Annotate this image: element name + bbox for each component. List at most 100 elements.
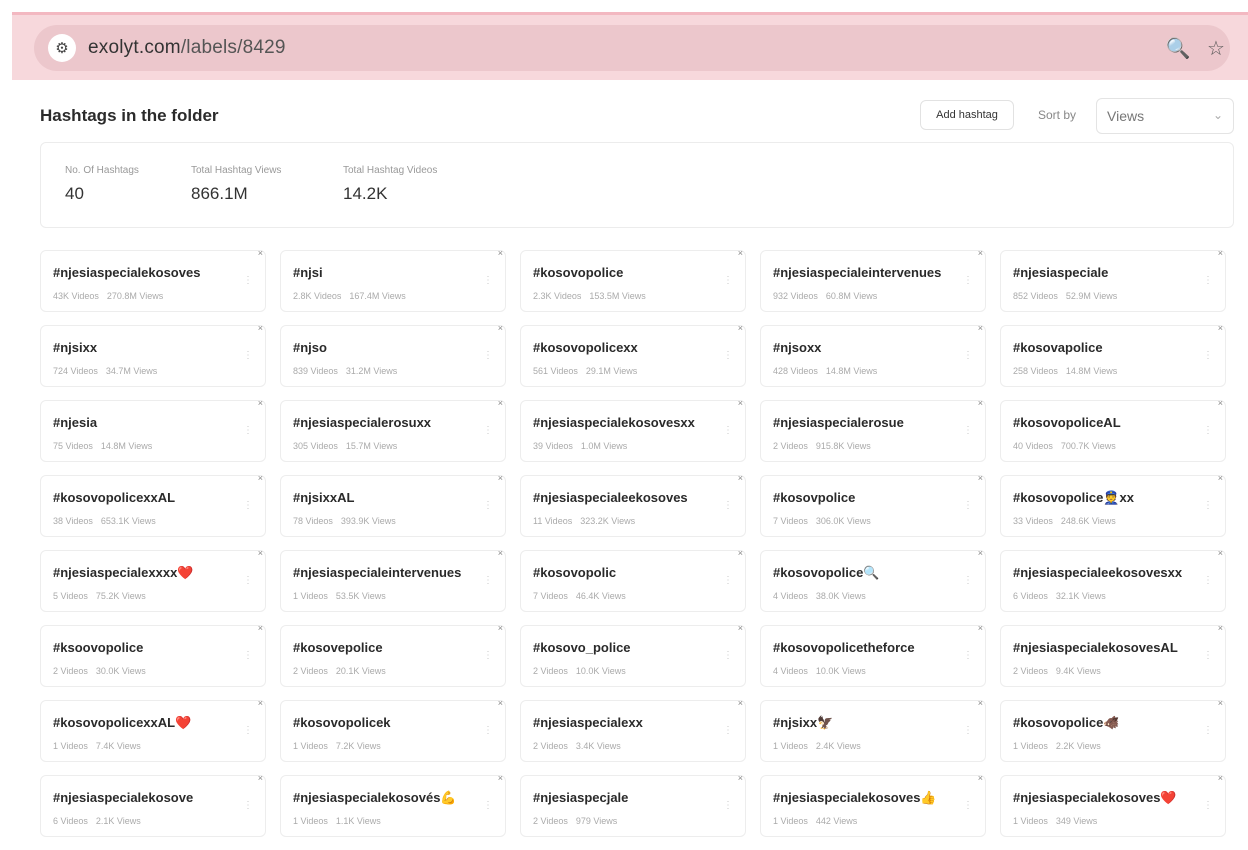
more-icon[interactable]: ⋮ [483, 800, 493, 811]
more-icon[interactable]: ⋮ [243, 350, 253, 361]
hashtag-card[interactable]: #njesiaspecialeintervenues 932 Videos 60.8… [760, 248, 986, 312]
more-icon[interactable]: ⋮ [723, 350, 733, 361]
hashtag-name[interactable]: #njesiaspecialexx [533, 715, 643, 730]
close-icon[interactable]: × [1218, 623, 1223, 633]
hashtag-name[interactable]: #kosovopolice🐗 [1013, 715, 1120, 731]
hashtag-name[interactable]: #njesiaspecialekosoves❤️ [1013, 790, 1177, 806]
hashtag-name[interactable]: #kosovopolice🔍 [773, 565, 880, 581]
more-icon[interactable]: ⋮ [483, 275, 493, 286]
hashtag-name[interactable]: #njesiaspecialekosove [53, 790, 193, 805]
hashtag-name[interactable]: #njesiaspecialekosovesAL [1013, 640, 1178, 655]
close-icon[interactable]: × [1218, 698, 1223, 708]
hashtag-card[interactable]: #kosovopolicetheforce 4 Videos 10.0K Views… [760, 623, 986, 687]
hashtag-name[interactable]: #njesiaspecialeekosoves [533, 490, 688, 505]
more-icon[interactable]: ⋮ [963, 500, 973, 511]
hashtag-card[interactable]: #njesiaspecialekosoves 43K Videos 270.8M V… [40, 248, 266, 312]
hashtag-name[interactable]: #njesiaspecialexxxx❤️ [53, 565, 194, 581]
hashtag-name[interactable]: #njsi [293, 265, 323, 280]
more-icon[interactable]: ⋮ [723, 725, 733, 736]
close-icon[interactable]: × [1218, 248, 1223, 258]
close-icon[interactable]: × [978, 323, 983, 333]
close-icon[interactable]: × [738, 548, 743, 558]
more-icon[interactable]: ⋮ [243, 650, 253, 661]
hashtag-name[interactable]: #njsixx [53, 340, 97, 355]
hashtag-card[interactable]: #kosovopoliceAL 40 Videos 700.7K Views × ⋮ [1000, 398, 1226, 462]
more-icon[interactable]: ⋮ [1203, 350, 1213, 361]
hashtag-name[interactable]: #kosovopolice [533, 265, 623, 280]
add-hashtag-button[interactable]: Add hashtag [920, 100, 1014, 130]
more-icon[interactable]: ⋮ [723, 575, 733, 586]
hashtag-card[interactable]: #kosovopolice👮xx 33 Videos 248.6K Views × ⋮ [1000, 473, 1226, 537]
hashtag-card[interactable]: #kosovopolic 7 Videos 46.4K Views × ⋮ [520, 548, 746, 612]
hashtag-card[interactable]: #ksoovopolice 2 Videos 30.0K Views × ⋮ [40, 623, 266, 687]
hashtag-name[interactable]: #njesiaspecialeintervenues [293, 565, 461, 580]
close-icon[interactable]: × [258, 623, 263, 633]
close-icon[interactable]: × [978, 398, 983, 408]
close-icon[interactable]: × [738, 698, 743, 708]
hashtag-card[interactable]: #kosovo_police 2 Videos 10.0K Views × ⋮ [520, 623, 746, 687]
hashtag-name[interactable]: #njesiaspeciale [1013, 265, 1108, 280]
more-icon[interactable]: ⋮ [1203, 575, 1213, 586]
close-icon[interactable]: × [738, 623, 743, 633]
more-icon[interactable]: ⋮ [963, 425, 973, 436]
hashtag-card[interactable]: #kosovopolice🐗 1 Videos 2.2K Views × ⋮ [1000, 698, 1226, 762]
hashtag-card[interactable]: #njesiaspecialekosove 6 Videos 2.1K Views ×… [40, 773, 266, 837]
hashtag-name[interactable]: #kosovo_police [533, 640, 631, 655]
more-icon[interactable]: ⋮ [963, 575, 973, 586]
hashtag-name[interactable]: #njesiaspecialerosue [773, 415, 904, 430]
close-icon[interactable]: × [258, 548, 263, 558]
close-icon[interactable]: × [738, 473, 743, 483]
close-icon[interactable]: × [978, 698, 983, 708]
more-icon[interactable]: ⋮ [1203, 425, 1213, 436]
close-icon[interactable]: × [498, 623, 503, 633]
close-icon[interactable]: × [978, 548, 983, 558]
more-icon[interactable]: ⋮ [1203, 800, 1213, 811]
hashtag-card[interactable]: #kosovopolice 2.3K Videos 153.5M Views × ⋮ [520, 248, 746, 312]
close-icon[interactable]: × [498, 398, 503, 408]
hashtag-card[interactable]: #kosovepolice 2 Videos 20.1K Views × ⋮ [280, 623, 506, 687]
address-bar[interactable]: ⚙ exolyt.com/labels/8429 🔍 ☆ [34, 25, 1230, 71]
close-icon[interactable]: × [1218, 473, 1223, 483]
hashtag-card[interactable]: #njesiaspecialerosue 2 Videos 915.8K Views… [760, 398, 986, 462]
hashtag-name[interactable]: #kosovopolicexxAL❤️ [53, 715, 191, 731]
hashtag-name[interactable]: #njsoxx [773, 340, 821, 355]
more-icon[interactable]: ⋮ [723, 275, 733, 286]
hashtag-name[interactable]: #kosovpolice [773, 490, 855, 505]
more-icon[interactable]: ⋮ [243, 275, 253, 286]
more-icon[interactable]: ⋮ [723, 650, 733, 661]
more-icon[interactable]: ⋮ [243, 425, 253, 436]
tune-icon[interactable]: ⚙ [48, 34, 76, 62]
hashtag-card[interactable]: #njsixxAL 78 Videos 393.9K Views × ⋮ [280, 473, 506, 537]
hashtag-name[interactable]: #kosovopolice👮xx [1013, 490, 1134, 506]
hashtag-card[interactable]: #njsoxx 428 Videos 14.8M Views × ⋮ [760, 323, 986, 387]
close-icon[interactable]: × [498, 548, 503, 558]
close-icon[interactable]: × [258, 698, 263, 708]
close-icon[interactable]: × [1218, 323, 1223, 333]
hashtag-name[interactable]: #njesiaspecialekosovés💪 [293, 790, 457, 806]
hashtag-card[interactable]: #kosovopolicexxAL❤️ 1 Videos 7.4K Views × ⋮ [40, 698, 266, 762]
hashtag-card[interactable]: #njesia 75 Videos 14.8M Views × ⋮ [40, 398, 266, 462]
hashtag-card[interactable]: #njesiaspecialeekosovesxx 6 Videos 32.1K V… [1000, 548, 1226, 612]
hashtag-card[interactable]: #njsixx 724 Videos 34.7M Views × ⋮ [40, 323, 266, 387]
hashtag-name[interactable]: #kosovopolic [533, 565, 616, 580]
more-icon[interactable]: ⋮ [1203, 275, 1213, 286]
close-icon[interactable]: × [978, 248, 983, 258]
close-icon[interactable]: × [738, 398, 743, 408]
hashtag-name[interactable]: #njesiaspecialerosuxx [293, 415, 431, 430]
close-icon[interactable]: × [978, 473, 983, 483]
more-icon[interactable]: ⋮ [483, 650, 493, 661]
hashtag-name[interactable]: #kosovopoliceAL [1013, 415, 1121, 430]
more-icon[interactable]: ⋮ [723, 800, 733, 811]
hashtag-name[interactable]: #kosovopolicexxAL [53, 490, 175, 505]
hashtag-card[interactable]: #kosovapolice 258 Videos 14.8M Views × ⋮ [1000, 323, 1226, 387]
close-icon[interactable]: × [1218, 773, 1223, 783]
more-icon[interactable]: ⋮ [963, 725, 973, 736]
zoom-icon[interactable]: 🔍 [1164, 34, 1192, 62]
hashtag-name[interactable]: #njesiaspecialekosoves [53, 265, 200, 280]
more-icon[interactable]: ⋮ [1203, 650, 1213, 661]
hashtag-card[interactable]: #njesiaspecialexxxx❤️ 5 Videos 75.2K Views… [40, 548, 266, 612]
hashtag-name[interactable]: #njesiaspecialekosoves👍 [773, 790, 937, 806]
hashtag-card[interactable]: #njesiaspecialekosoves👍 1 Videos 442 Views… [760, 773, 986, 837]
hashtag-name[interactable]: #njesiaspecialeekosovesxx [1013, 565, 1182, 580]
hashtag-card[interactable]: #njesiaspecialeekosoves 11 Videos 323.2K V… [520, 473, 746, 537]
